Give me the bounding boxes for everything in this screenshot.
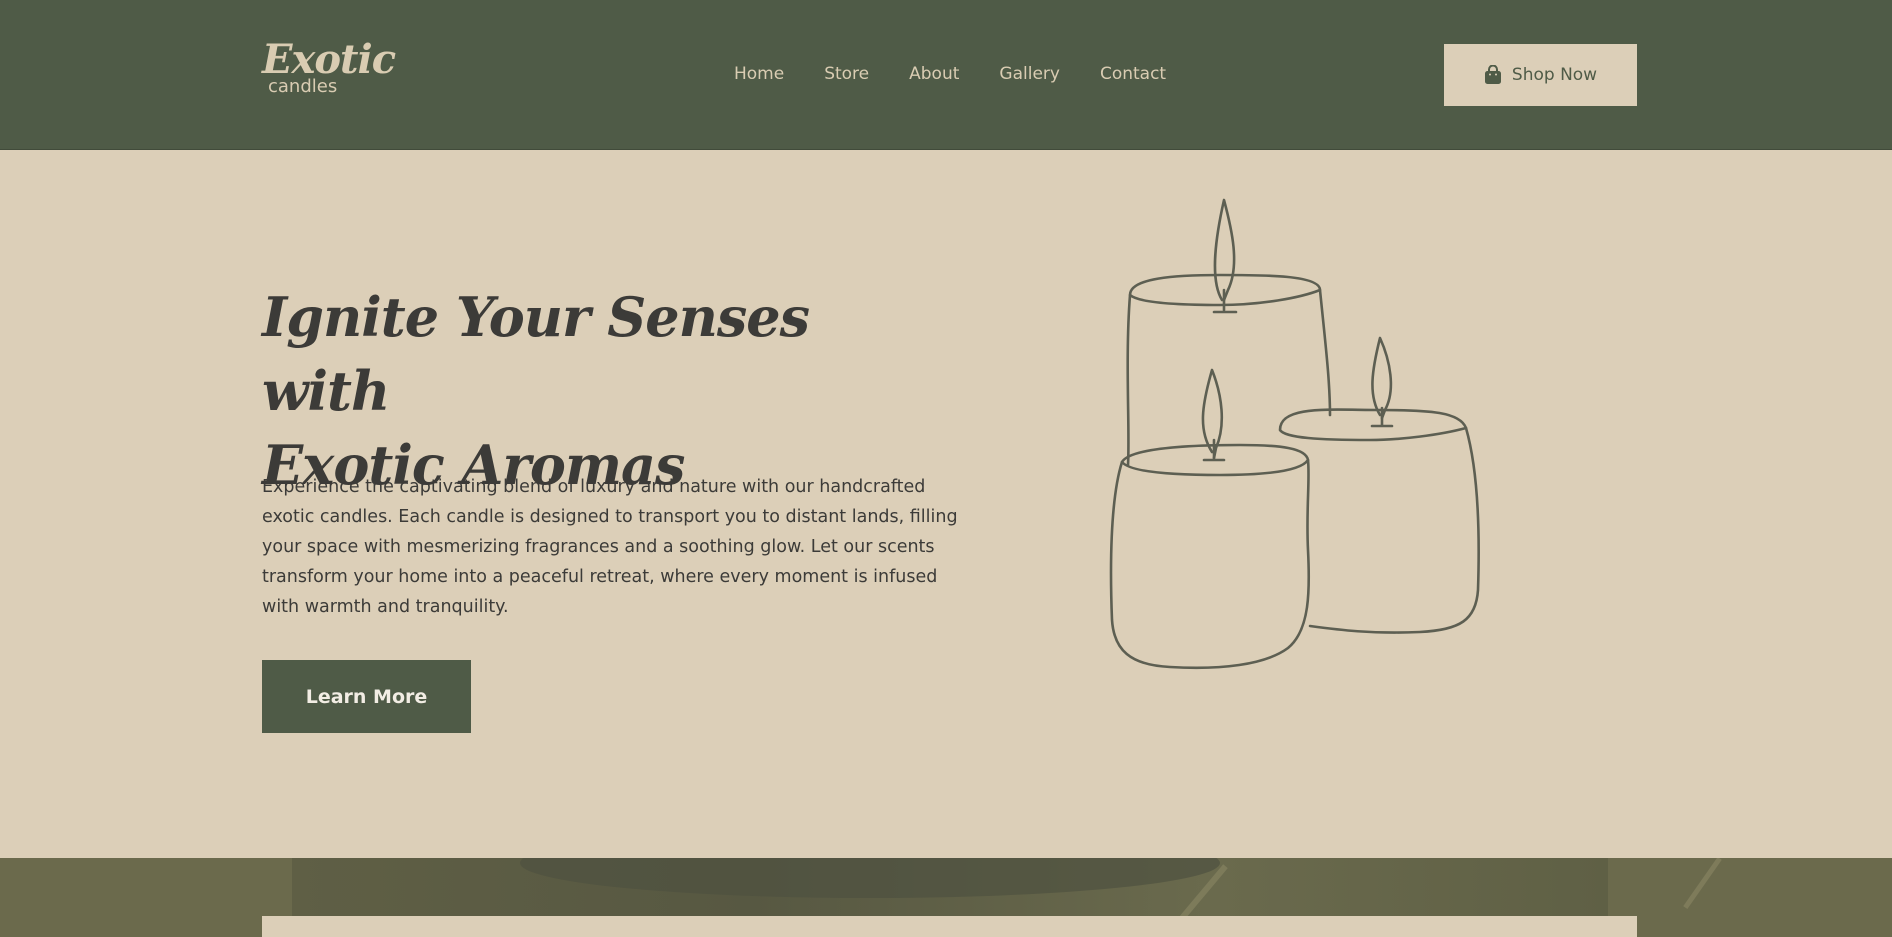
shop-now-button[interactable]: Shop Now — [1444, 44, 1637, 106]
main-nav: Home Store About Gallery Contact — [734, 64, 1166, 84]
banner-photo-stick — [1683, 858, 1722, 910]
hero-title: Ignite Your Senses with Exotic Aromas — [262, 280, 882, 502]
banner-card — [262, 916, 1637, 937]
nav-store[interactable]: Store — [824, 64, 869, 84]
front-candle — [1109, 368, 1311, 670]
shop-now-label: Shop Now — [1511, 65, 1598, 85]
nav-contact[interactable]: Contact — [1100, 64, 1166, 84]
nav-about[interactable]: About — [909, 64, 959, 84]
hero-title-line1: Ignite Your Senses with — [262, 285, 810, 423]
candles-illustration — [1109, 198, 1480, 670]
tall-candle — [1126, 198, 1332, 467]
site-header: Exotic candles Home Store About Gallery … — [0, 0, 1892, 150]
logo-brand: Exotic — [262, 36, 396, 83]
nav-gallery[interactable]: Gallery — [999, 64, 1060, 84]
learn-more-button[interactable]: Learn More — [262, 660, 471, 733]
logo[interactable]: Exotic candles — [262, 36, 396, 96]
hero-description: Experience the captivating blend of luxu… — [262, 477, 958, 617]
nav-home[interactable]: Home — [734, 64, 784, 84]
shopping-bag-icon — [1484, 65, 1501, 84]
